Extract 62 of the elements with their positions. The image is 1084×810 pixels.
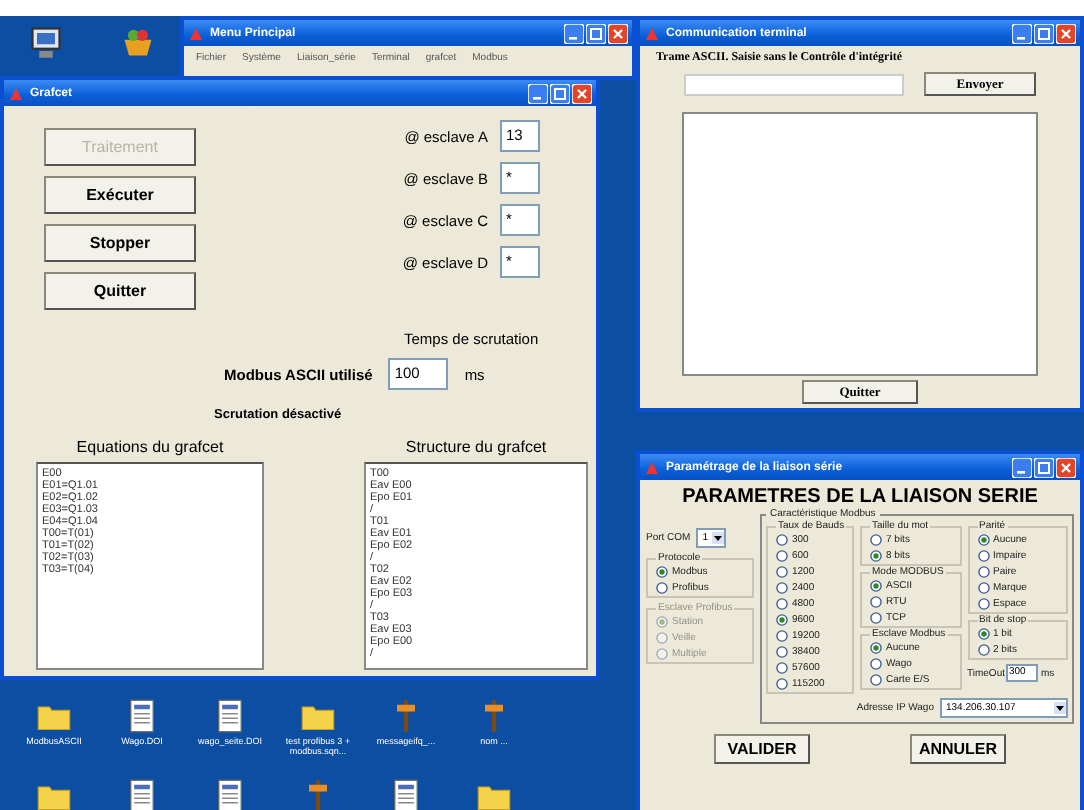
radio-button[interactable] bbox=[776, 645, 788, 657]
radio-button[interactable] bbox=[977, 549, 989, 561]
close-icon[interactable] bbox=[1056, 23, 1076, 43]
radio-button[interactable] bbox=[870, 579, 882, 591]
dialog-button[interactable]: VALIDER bbox=[714, 734, 810, 764]
maximize-icon[interactable] bbox=[1034, 23, 1054, 43]
radio-button[interactable] bbox=[870, 549, 882, 561]
frame-input[interactable] bbox=[684, 73, 904, 95]
document-icon[interactable] bbox=[124, 698, 160, 734]
radio-button[interactable] bbox=[977, 565, 989, 577]
dialog-button[interactable]: ANNULER bbox=[910, 734, 1006, 764]
basket-icon[interactable] bbox=[120, 24, 156, 60]
document-icon[interactable] bbox=[388, 778, 424, 810]
radio-button[interactable] bbox=[656, 581, 668, 593]
radio-button[interactable] bbox=[776, 661, 788, 673]
dialog-heading: PARAMETRES DE LA LIAISON SERIE bbox=[682, 486, 1038, 508]
maximize-icon[interactable] bbox=[586, 23, 606, 43]
close-icon[interactable] bbox=[1056, 457, 1076, 477]
radio-button[interactable] bbox=[870, 595, 882, 607]
minimize-icon[interactable] bbox=[564, 23, 584, 43]
radio-button[interactable] bbox=[977, 597, 989, 609]
close-icon[interactable] bbox=[572, 83, 592, 103]
caret-icon bbox=[712, 532, 725, 544]
action-button[interactable]: Stopper bbox=[44, 224, 196, 262]
radio-button[interactable] bbox=[776, 549, 788, 561]
document-icon[interactable] bbox=[124, 778, 160, 810]
document-icon[interactable] bbox=[212, 698, 248, 734]
radio-button[interactable] bbox=[776, 677, 788, 689]
action-button[interactable]: Exécuter bbox=[44, 176, 196, 214]
list-title: Equations du grafcet bbox=[76, 438, 224, 456]
radio-button[interactable] bbox=[776, 613, 788, 625]
radio-button[interactable] bbox=[977, 581, 989, 593]
radio-button[interactable] bbox=[870, 673, 882, 685]
app-icon bbox=[188, 25, 204, 41]
radio-button[interactable] bbox=[776, 629, 788, 641]
action-button[interactable]: Quitter bbox=[44, 272, 196, 310]
radio-button[interactable] bbox=[656, 565, 668, 577]
radio-button[interactable] bbox=[776, 565, 788, 577]
radio-button[interactable] bbox=[977, 627, 989, 639]
radio-button[interactable] bbox=[977, 533, 989, 545]
radio-button[interactable] bbox=[870, 657, 882, 669]
app-icon bbox=[644, 25, 660, 41]
radio-button[interactable] bbox=[870, 611, 882, 623]
radio-button[interactable] bbox=[977, 643, 989, 655]
caret-icon bbox=[1054, 702, 1066, 714]
app-icon bbox=[644, 459, 660, 475]
minimize-icon[interactable] bbox=[1012, 23, 1032, 43]
radio-button[interactable] bbox=[776, 597, 788, 609]
radio-button[interactable] bbox=[870, 533, 882, 545]
radio-button[interactable] bbox=[776, 581, 788, 593]
list-title: Structure du grafcet bbox=[405, 438, 547, 456]
computer-icon[interactable] bbox=[28, 24, 64, 60]
minimize-icon[interactable] bbox=[1012, 457, 1032, 477]
radio-button[interactable] bbox=[776, 533, 788, 545]
radio-button[interactable] bbox=[870, 641, 882, 653]
document-icon[interactable] bbox=[212, 778, 248, 810]
maximize-icon[interactable] bbox=[1034, 457, 1054, 477]
app-icon bbox=[8, 85, 24, 101]
maximize-icon[interactable] bbox=[550, 83, 570, 103]
output-area[interactable] bbox=[682, 112, 1038, 376]
close-icon[interactable] bbox=[608, 23, 628, 43]
minimize-icon[interactable] bbox=[528, 83, 548, 103]
